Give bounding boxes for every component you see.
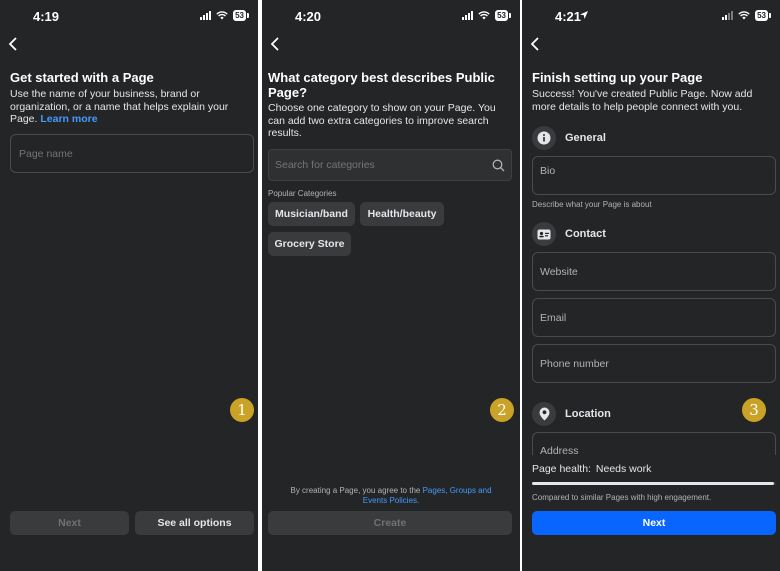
bio-placeholder: Bio xyxy=(540,165,556,177)
category-search-input[interactable] xyxy=(275,159,492,171)
status-time: 4:20 xyxy=(295,9,322,24)
battery-icon: 53 xyxy=(233,10,249,21)
wifi-icon xyxy=(216,11,228,20)
category-chip[interactable]: Health/beauty xyxy=(360,202,444,226)
signal-icon xyxy=(722,11,734,20)
signal-icon xyxy=(200,11,212,20)
signal-icon xyxy=(462,11,474,20)
info-icon xyxy=(532,126,556,150)
step-badge: 3 xyxy=(742,398,766,422)
step-badge: 2 xyxy=(490,398,514,422)
next-button[interactable]: Next xyxy=(10,511,129,535)
wifi-icon xyxy=(738,11,750,20)
terms-notice: By creating a Page, you agree to the Pag… xyxy=(282,486,500,506)
battery-icon: 53 xyxy=(755,10,771,21)
bio-field[interactable]: Bio xyxy=(532,156,776,195)
location-arrow-icon xyxy=(580,11,588,19)
wifi-icon xyxy=(478,11,490,20)
location-section-header: Location xyxy=(532,402,611,426)
contact-section-header: Contact xyxy=(532,222,606,246)
create-button[interactable]: Create xyxy=(268,511,512,535)
page-title: What category best describes Public Page… xyxy=(268,70,495,100)
see-all-options-button[interactable]: See all options xyxy=(135,511,254,535)
screen-category: 4:20 53 What category best describes Pub… xyxy=(262,0,520,571)
general-section-header: General xyxy=(532,126,606,150)
screen-get-started: 4:19 53 Get started with a Page Use the … xyxy=(0,0,258,571)
battery-icon: 53 xyxy=(495,10,511,21)
general-label: General xyxy=(565,132,606,144)
bio-hint: Describe what your Page is about xyxy=(532,200,652,209)
status-bar: 4:19 53 xyxy=(0,0,258,32)
phone-placeholder: Phone number xyxy=(540,358,609,370)
contact-card-icon xyxy=(532,222,556,246)
page-health-caption: Compared to similar Pages with high enga… xyxy=(532,493,712,502)
status-time: 4:19 xyxy=(33,9,60,24)
location-pin-icon xyxy=(532,402,556,426)
status-time: 4:21 xyxy=(555,9,582,24)
page-health-value: Needs work xyxy=(595,463,652,475)
screen-finish-setup: 4:21 53 Finish setting up your Page Succ… xyxy=(522,0,780,571)
category-chip[interactable]: Grocery Store xyxy=(268,232,351,256)
search-icon[interactable] xyxy=(492,159,505,172)
page-health-row: Page health: Needs work xyxy=(532,463,651,475)
learn-more-link[interactable]: Learn more xyxy=(40,113,97,125)
contact-label: Contact xyxy=(565,228,606,240)
phone-number-field[interactable]: Phone number xyxy=(532,344,776,383)
page-title: Finish setting up your Page xyxy=(532,70,703,85)
website-placeholder: Website xyxy=(540,266,578,278)
page-description: Success! You've created Public Page. Now… xyxy=(532,88,753,113)
status-bar: 4:20 53 xyxy=(262,0,520,32)
page-description: Choose one category to show on your Page… xyxy=(268,102,496,139)
next-button[interactable]: Next xyxy=(532,511,776,535)
back-arrow-icon[interactable] xyxy=(530,36,544,54)
page-health-fill xyxy=(532,482,774,485)
email-field[interactable]: Email xyxy=(532,298,776,337)
category-search-field[interactable] xyxy=(268,149,512,181)
back-arrow-icon[interactable] xyxy=(270,36,284,54)
popular-categories-label: Popular Categories xyxy=(268,189,337,198)
website-field[interactable]: Website xyxy=(532,252,776,291)
page-health-label: Page health: xyxy=(532,463,591,475)
email-placeholder: Email xyxy=(540,312,567,324)
page-name-input[interactable] xyxy=(11,135,253,172)
step-badge: 1 xyxy=(230,398,254,422)
page-description: Use the name of your business, brand or … xyxy=(10,88,250,126)
location-label: Location xyxy=(565,408,611,420)
page-health-track xyxy=(532,482,776,485)
category-chip[interactable]: Musician/band xyxy=(268,202,355,226)
status-bar: 4:21 53 xyxy=(522,0,780,32)
back-arrow-icon[interactable] xyxy=(8,36,22,54)
terms-text: By creating a Page, you agree to the xyxy=(290,486,423,495)
page-name-field[interactable] xyxy=(10,134,254,173)
page-title: Get started with a Page xyxy=(10,70,154,85)
